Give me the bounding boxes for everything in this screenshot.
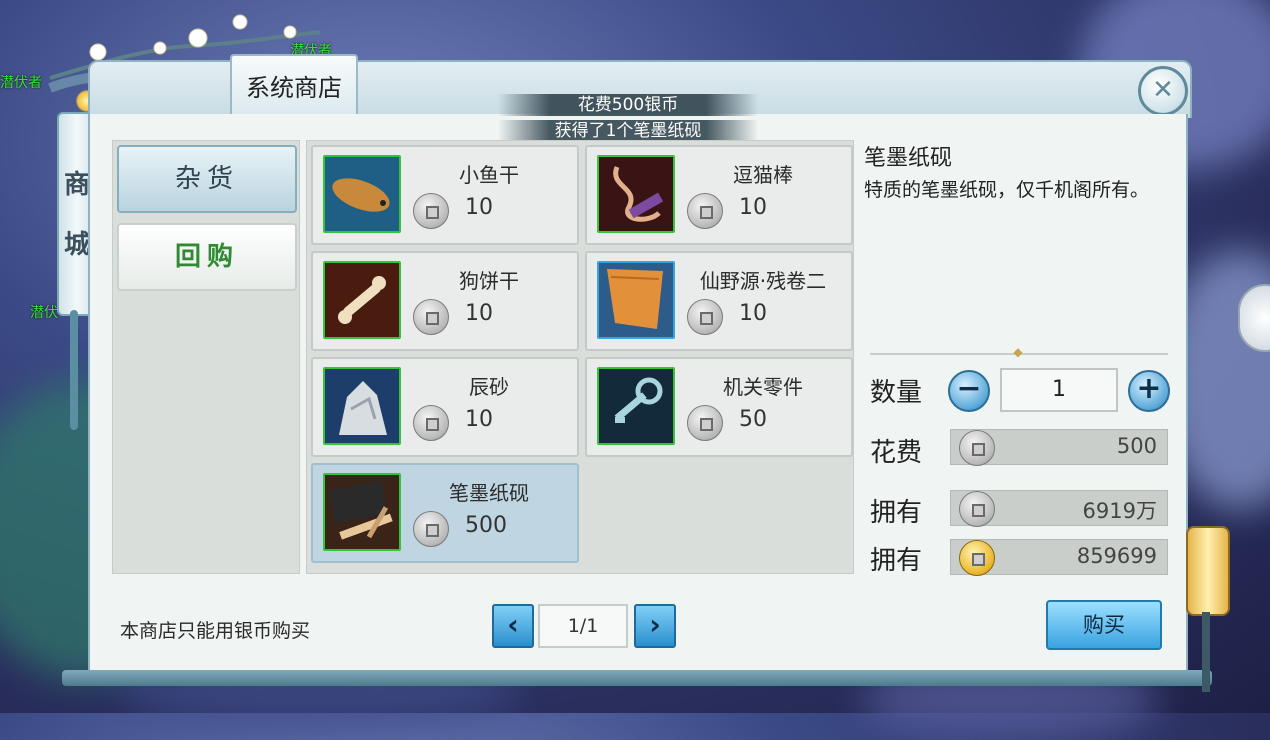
next-page-button[interactable]: › [634,604,676,648]
shop-title: 系统商店 [246,74,342,102]
owned-gold-bar: 859699 [950,539,1168,576]
cat-teaser-icon [597,155,675,233]
notice-obtained: 获得了1个笔墨纸砚 [498,120,758,142]
item-grid: 小鱼干 10 逗猫棒 10 狗饼干 10 仙野源·残卷二 10 辰砂 10 机关… [306,140,854,574]
category-list: 杂货 回购 [112,140,300,574]
shop-item[interactable]: 辰砂 10 [311,357,579,457]
lantern-icon [1186,526,1230,616]
silver-coin-icon [413,299,449,335]
chevron-left-icon: ‹ [507,608,519,641]
page-indicator: 1/1 [538,604,628,648]
category-groceries-tab[interactable]: 杂货 [117,145,297,213]
silver-coin-icon [413,193,449,229]
minus-icon: − [956,371,982,406]
increase-quantity-button[interactable]: + [1128,370,1170,412]
close-button[interactable]: ✕ [1138,66,1188,116]
owned-gold-label: 拥有 [870,546,923,576]
dried-fish-icon [323,155,401,233]
detail-item-description: 特质的笔墨纸砚，仅千机阁所有。 [864,179,1150,201]
silver-coin-icon [687,193,723,229]
silver-coin-icon [687,299,723,335]
item-price: 10 [465,195,493,220]
silver-coin-icon [413,405,449,441]
mechanism-key-icon [597,367,675,445]
owned-silver-value: 6919万 [1082,499,1157,523]
chevron-right-icon: › [649,608,661,641]
category-buyback-tab[interactable]: 回购 [117,223,297,291]
detail-item-name: 笔墨纸砚 [864,146,953,171]
dog-biscuit-icon [323,261,401,339]
item-name: 笔墨纸砚 [449,481,529,505]
item-name: 仙野源·残卷二 [699,269,827,293]
brush-ink-icon [323,473,401,551]
scroll-fragment-icon [597,261,675,339]
shop-item[interactable]: 逗猫棒 10 [585,145,853,245]
item-name: 辰砂 [469,375,509,399]
lantern-pole [1202,612,1210,692]
quantity-label: 数量 [870,378,923,408]
item-price: 50 [739,407,767,432]
owned-silver-bar: 6919万 [950,490,1168,527]
close-icon: ✕ [1152,75,1174,105]
cost-value: 500 [1116,434,1157,458]
shop-item[interactable]: 机关零件 50 [585,357,853,457]
divider-ornament-icon: ◆ [1013,345,1023,359]
decrease-quantity-button[interactable]: − [948,370,990,412]
notice-cost: 花费500银币 [498,94,758,116]
cinnabar-ore-icon [323,367,401,445]
item-name: 小鱼干 [459,163,519,187]
silver-coin-icon [959,491,995,527]
shop-footer-note: 本商店只能用银币购买 [120,620,311,642]
item-price: 10 [739,195,767,220]
gold-coin-icon [959,540,995,576]
cost-value-bar: 500 [950,429,1168,466]
player-name-tag: 潜伏 [30,305,58,321]
silver-coin-icon [413,511,449,547]
shop-item[interactable]: 小鱼干 10 [311,145,579,245]
item-price: 10 [465,301,493,326]
prev-page-button[interactable]: ‹ [492,604,534,648]
owned-silver-label: 拥有 [870,498,923,528]
buy-button[interactable]: 购买 [1046,600,1162,650]
shop-item-selected[interactable]: 笔墨纸砚 500 [311,463,579,563]
item-price: 10 [739,301,767,326]
scroll-rod [70,310,78,430]
shop-panel: 系统商店 ✕ 花费500银币 获得了1个笔墨纸砚 杂货 回购 小鱼干 10 逗猫… [62,54,1212,686]
item-name: 逗猫棒 [733,163,793,187]
silver-coin-icon [687,405,723,441]
player-name-tag: 潜伏者 [0,75,42,91]
item-name: 狗饼干 [459,269,519,293]
item-price: 500 [465,513,507,538]
shop-item[interactable]: 狗饼干 10 [311,251,579,351]
shop-item[interactable]: 仙野源·残卷二 10 [585,251,853,351]
cost-label: 花费 [870,438,923,468]
silver-coin-icon [959,430,995,466]
shop-title-tab: 系统商店 [230,54,358,116]
plus-icon: + [1136,371,1162,406]
quantity-field[interactable]: 1 [1000,368,1118,412]
item-price: 10 [465,407,493,432]
item-name: 机关零件 [723,375,803,399]
panel-bottom-trim [62,670,1212,686]
owned-gold-value: 859699 [1076,544,1157,568]
